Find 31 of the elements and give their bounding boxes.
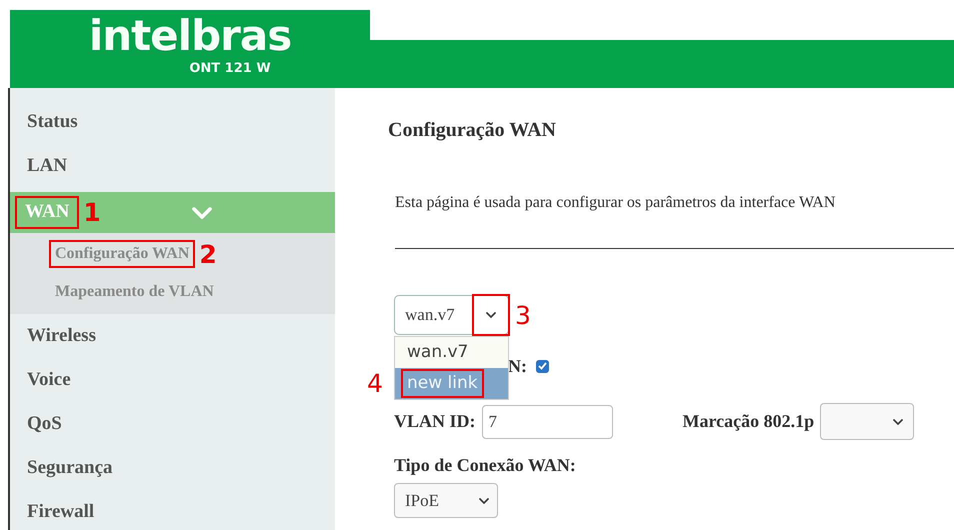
checkbox[interactable]	[536, 360, 549, 372]
menu-item[interactable]: Segurança	[10, 446, 335, 490]
chevron-down-icon	[486, 312, 496, 318]
brand-logo: intelbras	[88, 12, 292, 60]
dropdown-option[interactable]: wan.v7	[395, 337, 508, 368]
vlan-id-field[interactable]: 7	[482, 404, 613, 438]
menu-item[interactable]: QoS	[10, 402, 335, 446]
menu-item[interactable]: Wireless	[10, 314, 335, 358]
chevron-down-icon	[479, 498, 489, 504]
menu-item[interactable]: LAN	[10, 144, 335, 188]
field-label: VLAN ID:	[394, 410, 476, 433]
field-label: Marcação 802.1p	[682, 410, 814, 433]
connection-select[interactable]: wan.v7	[394, 295, 509, 335]
chevron-down-icon	[192, 206, 212, 218]
menu-item[interactable]: Firewall	[10, 490, 335, 530]
annotation-number: 2	[199, 242, 217, 266]
annotation-number: 1	[83, 200, 101, 225]
model-name: ONT 121 W	[189, 60, 271, 78]
menu-item[interactable]: Status	[10, 100, 335, 144]
connection-type-select[interactable]: IPoE	[394, 483, 498, 518]
field-label: Tipo de Conexão WAN:	[394, 454, 577, 477]
dropdown-arrow-button[interactable]	[474, 296, 508, 334]
annotation-number: 3	[515, 302, 531, 328]
field-label: N:	[508, 354, 527, 378]
submenu-item[interactable]: Configuração WAN 2	[10, 235, 335, 273]
chevron-down-icon	[893, 418, 904, 424]
description-text: Esta página é usada para configurar os parâmetros da interface WAN	[395, 193, 836, 213]
page-title: Configuração WAN	[388, 118, 557, 142]
menu-item[interactable]: Voice	[10, 358, 335, 402]
annotation-number: 4	[367, 371, 383, 396]
priority-select[interactable]	[820, 403, 914, 440]
